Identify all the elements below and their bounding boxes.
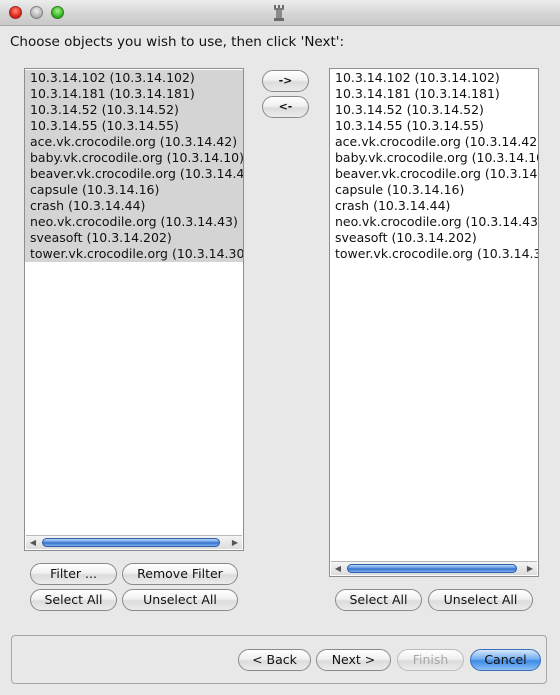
list-item[interactable]: baby.vk.crocodile.org (10.3.14.10) xyxy=(25,150,243,166)
selected-objects-list[interactable]: 10.3.14.102 (10.3.14.102) 10.3.14.181 (10… xyxy=(329,68,539,577)
cancel-button[interactable]: Cancel xyxy=(470,649,541,671)
scrollbar-thumb[interactable] xyxy=(42,538,220,547)
list-item[interactable]: 10.3.14.181 (10.3.14.181) xyxy=(330,86,538,102)
minimize-window-icon[interactable] xyxy=(30,6,43,19)
list-item[interactable]: tower.vk.crocodile.org (10.3.14.30) xyxy=(25,246,243,262)
list-item[interactable]: 10.3.14.181 (10.3.14.181) xyxy=(25,86,243,102)
list-item[interactable]: 10.3.14.52 (10.3.14.52) xyxy=(25,102,243,118)
scroll-left-arrow-icon[interactable]: ◀ xyxy=(27,536,39,549)
list-item[interactable]: tower.vk.crocodile.org (10.3.14.30) xyxy=(330,246,538,262)
list-item[interactable]: beaver.vk.crocodile.org (10.3.14.40 xyxy=(25,166,243,182)
rook-icon xyxy=(274,5,284,21)
remove-from-selection-button[interactable]: <- xyxy=(262,96,309,118)
right-select-all-button[interactable]: Select All xyxy=(335,589,422,611)
left-unselect-all-button[interactable]: Unselect All xyxy=(122,589,238,611)
scrollbar-thumb[interactable] xyxy=(347,564,517,573)
add-to-selection-button[interactable]: -> xyxy=(262,70,309,92)
scroll-right-arrow-icon[interactable]: ▶ xyxy=(229,536,241,549)
selected-horizontal-scrollbar[interactable]: ◀ ▶ xyxy=(331,561,537,575)
list-item[interactable]: 10.3.14.102 (10.3.14.102) xyxy=(330,70,538,86)
filter-button[interactable]: Filter ... xyxy=(30,563,117,585)
list-item[interactable]: crash (10.3.14.44) xyxy=(330,198,538,214)
list-item[interactable]: 10.3.14.55 (10.3.14.55) xyxy=(330,118,538,134)
list-item[interactable]: sveasoft (10.3.14.202) xyxy=(330,230,538,246)
list-item[interactable]: beaver.vk.crocodile.org (10.3.14.40) xyxy=(330,166,538,182)
instruction-text: Choose objects you wish to use, then cli… xyxy=(10,34,345,50)
remove-filter-button[interactable]: Remove Filter xyxy=(122,563,238,585)
list-item[interactable]: baby.vk.crocodile.org (10.3.14.10) xyxy=(330,150,538,166)
right-unselect-all-button[interactable]: Unselect All xyxy=(428,589,533,611)
close-window-icon[interactable] xyxy=(9,6,22,19)
list-item[interactable]: crash (10.3.14.44) xyxy=(25,198,243,214)
list-item[interactable]: 10.3.14.102 (10.3.14.102) xyxy=(25,70,243,86)
next-button[interactable]: Next > xyxy=(316,649,391,671)
list-item[interactable]: ace.vk.crocodile.org (10.3.14.42) xyxy=(25,134,243,150)
list-item[interactable]: 10.3.14.55 (10.3.14.55) xyxy=(25,118,243,134)
list-item[interactable]: neo.vk.crocodile.org (10.3.14.43) xyxy=(330,214,538,230)
list-item[interactable]: sveasoft (10.3.14.202) xyxy=(25,230,243,246)
list-item[interactable]: 10.3.14.52 (10.3.14.52) xyxy=(330,102,538,118)
list-item[interactable]: capsule (10.3.14.16) xyxy=(330,182,538,198)
list-item[interactable]: capsule (10.3.14.16) xyxy=(25,182,243,198)
back-button[interactable]: < Back xyxy=(238,649,311,671)
available-horizontal-scrollbar[interactable]: ◀ ▶ xyxy=(26,535,242,549)
available-objects-list[interactable]: 10.3.14.102 (10.3.14.102) 10.3.14.181 (10… xyxy=(24,68,244,551)
finish-button: Finish xyxy=(397,649,464,671)
left-select-all-button[interactable]: Select All xyxy=(30,589,117,611)
title-bar xyxy=(0,0,560,26)
scroll-left-arrow-icon[interactable]: ◀ xyxy=(332,562,344,575)
scroll-right-arrow-icon[interactable]: ▶ xyxy=(524,562,536,575)
selected-rows: 10.3.14.102 (10.3.14.102) 10.3.14.181 (10… xyxy=(330,70,538,262)
zoom-window-icon[interactable] xyxy=(51,6,64,19)
available-rows: 10.3.14.102 (10.3.14.102) 10.3.14.181 (10… xyxy=(25,70,243,262)
list-item[interactable]: neo.vk.crocodile.org (10.3.14.43) xyxy=(25,214,243,230)
list-item[interactable]: ace.vk.crocodile.org (10.3.14.42) xyxy=(330,134,538,150)
